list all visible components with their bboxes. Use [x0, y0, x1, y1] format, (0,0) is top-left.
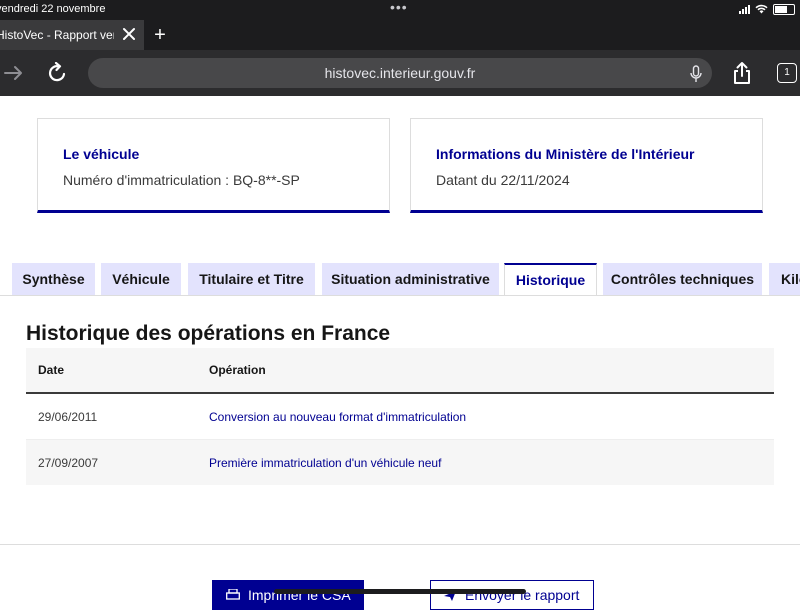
- status-time: vendredi 22 novembre: [0, 3, 105, 15]
- browser-tab-title: HistoVec - Rapport vendeur: [0, 28, 114, 42]
- table-row: 27/09/2007 Première immatriculation d'un…: [26, 440, 774, 485]
- table-header: Date Opération: [26, 348, 774, 394]
- address-bar[interactable]: histovec.interieur.gouv.fr: [88, 58, 712, 88]
- tab-count-button[interactable]: 1: [777, 63, 797, 83]
- row-date: 29/06/2011: [38, 410, 97, 424]
- vehicle-card: Le véhicule Numéro d'immatriculation : B…: [37, 118, 390, 213]
- table-row: 29/06/2011 Conversion au nouveau format …: [26, 394, 774, 440]
- home-indicator[interactable]: [274, 589, 526, 594]
- row-operation: Conversion au nouveau format d'immatricu…: [209, 410, 466, 424]
- tab-synthese[interactable]: Synthèse: [12, 263, 95, 295]
- history-title: Historique des opérations en France: [26, 322, 390, 346]
- row-operation: Première immatriculation d'un véhicule n…: [209, 456, 441, 470]
- data-date: Datant du 22/11/2024: [436, 172, 570, 188]
- tab-historique[interactable]: Historique: [504, 263, 597, 296]
- row-date: 27/09/2007: [38, 456, 98, 470]
- status-icons: 9: [739, 3, 800, 15]
- signal-icon: [739, 5, 750, 14]
- tab-kilometrage[interactable]: Kilométrage: [769, 263, 800, 295]
- column-operation: Opération: [209, 363, 266, 377]
- wifi-icon: [755, 4, 768, 14]
- print-csa-button[interactable]: Imprimer le CSA: [212, 580, 364, 610]
- tab-vehicule[interactable]: Véhicule: [101, 263, 181, 295]
- vehicle-card-title: Le véhicule: [63, 146, 139, 162]
- microphone-icon[interactable]: [690, 65, 702, 83]
- forward-arrow-icon[interactable]: [4, 64, 24, 82]
- browser-tab-strip: HistoVec - Rapport vendeur +: [0, 20, 800, 50]
- send-report-label: Envoyer le rapport: [465, 581, 579, 609]
- battery-icon: [773, 4, 795, 15]
- history-table: Date Opération 29/06/2011 Conversion au …: [26, 348, 774, 485]
- close-icon[interactable]: [122, 27, 136, 41]
- browser-toolbar: histovec.interieur.gouv.fr 1: [0, 50, 800, 96]
- multitasking-dots[interactable]: •••: [390, 0, 408, 15]
- registration-number: Numéro d'immatriculation : BQ-8**-SP: [63, 172, 300, 188]
- printer-icon: [226, 589, 240, 601]
- reload-icon[interactable]: [46, 62, 68, 84]
- ministry-card-title: Informations du Ministère de l'Intérieur: [436, 146, 694, 162]
- send-report-button[interactable]: Envoyer le rapport: [430, 580, 594, 610]
- new-tab-button[interactable]: +: [151, 25, 169, 45]
- tab-situation-administrative[interactable]: Situation administrative: [322, 263, 499, 295]
- url-text: histovec.interieur.gouv.fr: [88, 65, 712, 81]
- ministry-info-card: Informations du Ministère de l'Intérieur…: [410, 118, 763, 213]
- browser-tab[interactable]: HistoVec - Rapport vendeur: [0, 20, 144, 50]
- column-date: Date: [38, 363, 64, 377]
- status-bar: vendredi 22 novembre ••• 9: [0, 0, 800, 20]
- tab-controles-techniques[interactable]: Contrôles techniques: [603, 263, 762, 295]
- tab-titulaire[interactable]: Titulaire et Titre: [188, 263, 315, 295]
- print-csa-label: Imprimer le CSA: [248, 580, 351, 610]
- share-icon[interactable]: [732, 61, 752, 85]
